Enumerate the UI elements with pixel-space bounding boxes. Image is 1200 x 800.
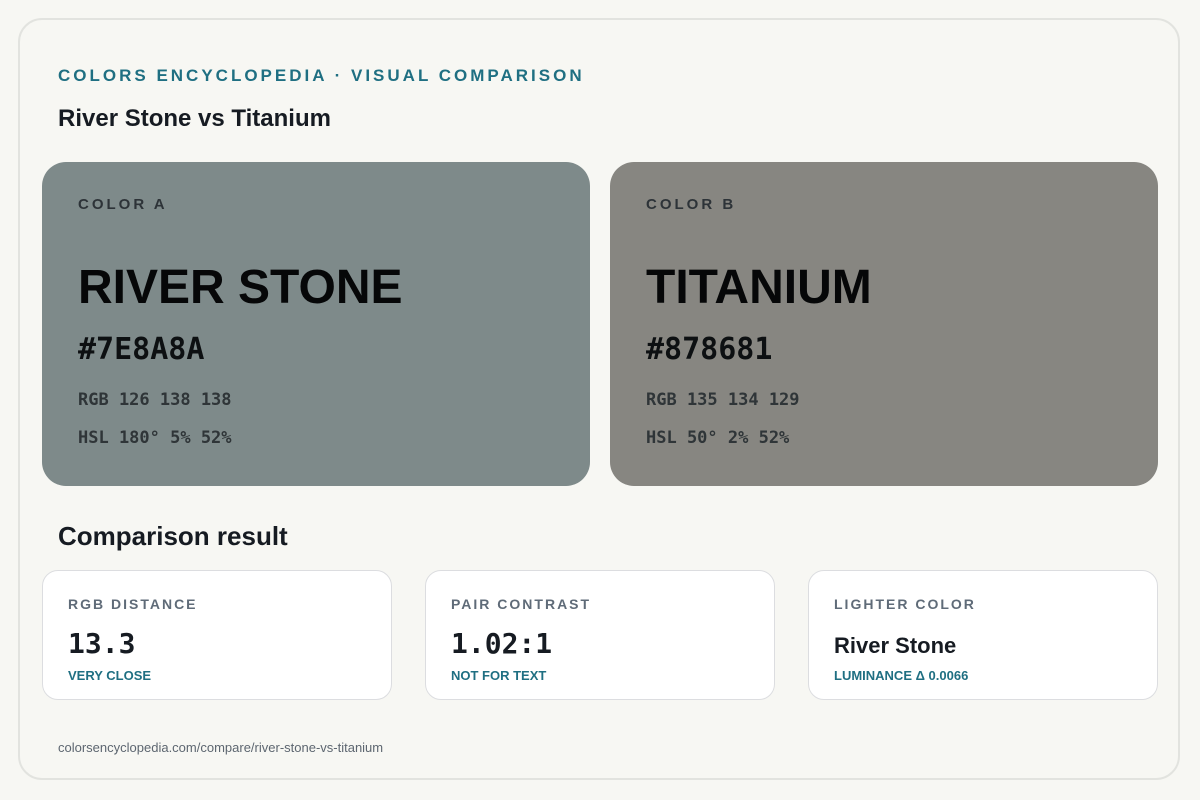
- pair-contrast-card: PAIR CONTRAST 1.02:1 NOT FOR TEXT: [425, 570, 775, 700]
- footer-url[interactable]: colorsencyclopedia.com/compare/river-sto…: [58, 740, 383, 755]
- lighter-color-value: River Stone: [834, 633, 957, 658]
- color-b-eyebrow: COLOR B: [646, 196, 737, 213]
- lighter-color-label: LIGHTER COLOR: [834, 596, 976, 612]
- pair-contrast-value: 1.02:1: [451, 627, 553, 660]
- pair-contrast-label: PAIR CONTRAST: [451, 596, 592, 612]
- color-a-hsl: HSL 180° 5% 52%: [78, 428, 232, 448]
- rgb-distance-label: RGB DISTANCE: [68, 596, 198, 612]
- color-b-name: TITANIUM: [646, 261, 872, 314]
- lighter-color-note: LUMINANCE Δ 0.0066: [834, 668, 969, 683]
- lighter-color-card: LIGHTER COLOR River Stone LUMINANCE Δ 0.…: [808, 570, 1158, 700]
- color-b-rgb: RGB 135 134 129: [646, 390, 800, 410]
- color-a-eyebrow: COLOR A: [78, 196, 168, 213]
- color-b-hex: #878681: [646, 332, 773, 367]
- color-a-name: RIVER STONE: [78, 261, 403, 314]
- pair-contrast-note: NOT FOR TEXT: [451, 668, 547, 683]
- site-eyebrow: COLORS ENCYCLOPEDIA · VISUAL COMPARISON: [58, 66, 585, 85]
- rgb-distance-card: RGB DISTANCE 13.3 VERY CLOSE: [42, 570, 392, 700]
- color-b-hsl: HSL 50° 2% 52%: [646, 428, 790, 448]
- color-a-rgb: RGB 126 138 138: [78, 390, 232, 410]
- swatch-color-a: COLOR A RIVER STONE #7E8A8A RGB 126 138 …: [42, 162, 590, 486]
- comparison-title: Comparison result: [58, 521, 288, 551]
- rgb-distance-note: VERY CLOSE: [68, 668, 152, 683]
- rgb-distance-value: 13.3: [68, 627, 136, 660]
- page-title: River Stone vs Titanium: [58, 105, 331, 132]
- swatch-color-b: COLOR B TITANIUM #878681 RGB 135 134 129…: [610, 162, 1158, 486]
- color-a-hex: #7E8A8A: [78, 332, 205, 367]
